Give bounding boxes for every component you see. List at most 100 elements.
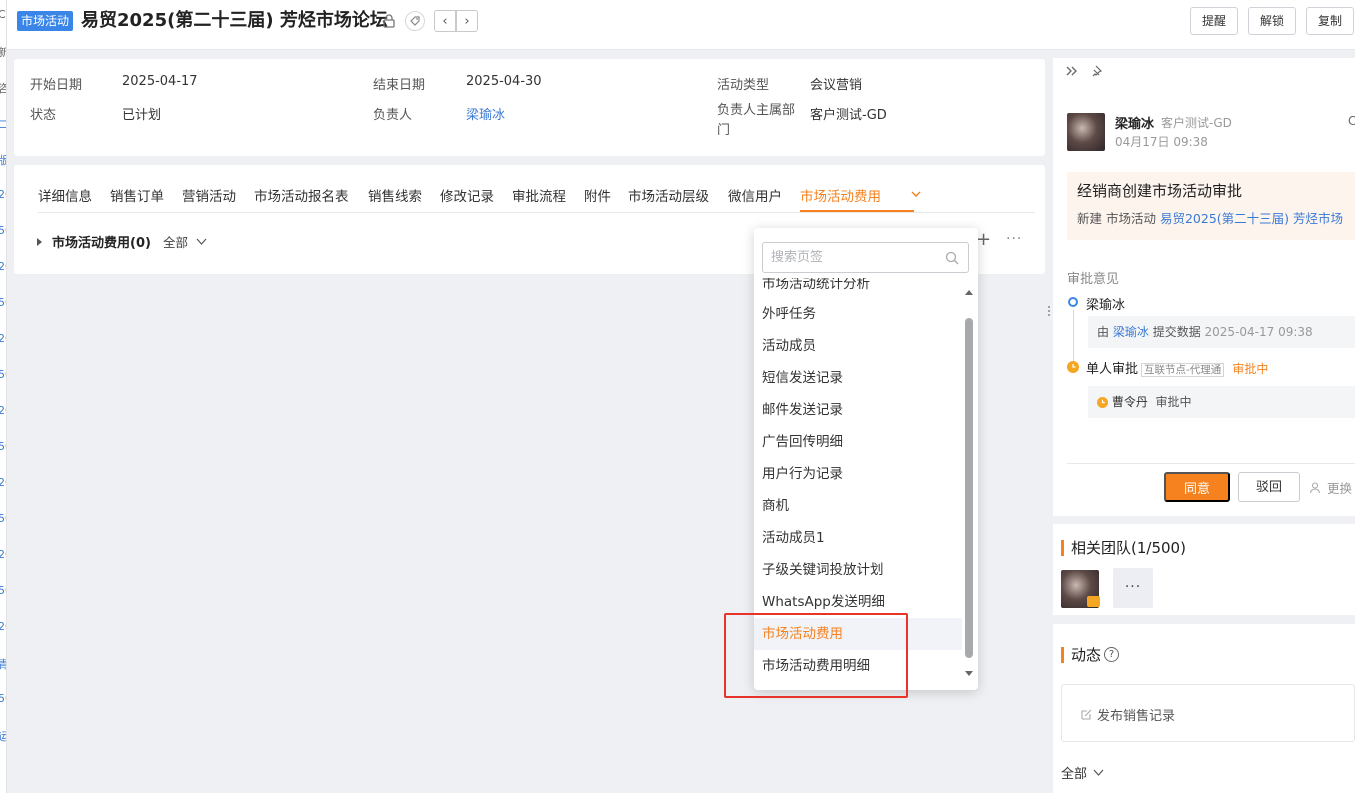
tab-wechat-users[interactable]: 微信用户: [728, 185, 782, 205]
step1-user-link[interactable]: 梁瑜冰: [1113, 325, 1149, 339]
caret-right-icon[interactable]: [36, 237, 44, 247]
owner-link[interactable]: 梁瑜冰: [466, 104, 505, 123]
submitter-name: 梁瑜冰: [1115, 117, 1155, 132]
step2-assignee-status: 审批中: [1155, 395, 1192, 409]
tab-option[interactable]: 活动成员: [754, 330, 962, 362]
status-label: 状态: [30, 108, 57, 123]
tab-search-field: [762, 242, 969, 273]
tab-option[interactable]: 邮件发送记录: [754, 394, 962, 426]
status-value: 已计划: [122, 108, 162, 123]
tab-option[interactable]: 外呼任务: [754, 298, 962, 330]
collapse-icon[interactable]: [1065, 64, 1079, 78]
change-approver-button[interactable]: 更换: [1309, 478, 1352, 497]
accent-bar: [1061, 539, 1064, 556]
section-filter[interactable]: 全部: [163, 232, 188, 251]
tab-sales-orders[interactable]: 销售订单: [110, 185, 164, 205]
tag-icon[interactable]: [405, 11, 425, 31]
tab-option-selected[interactable]: 市场活动费用: [754, 618, 962, 650]
add-icon[interactable]: +: [976, 229, 991, 250]
copy-button[interactable]: 复制: [1306, 7, 1355, 35]
user-swap-icon: [1309, 481, 1321, 493]
team-title: 相关团队(1/500): [1071, 539, 1186, 557]
search-icon: [945, 251, 959, 265]
pin-icon[interactable]: [1091, 64, 1105, 78]
dynamics-filter-label: 全部: [1061, 767, 1088, 782]
tab-option[interactable]: 用户行为记录: [754, 458, 962, 490]
tab-details[interactable]: 详细信息: [38, 185, 92, 205]
cut-off-fragment: 20: [0, 548, 6, 561]
drag-handle-icon[interactable]: [1045, 283, 1053, 343]
scrollbar-thumb[interactable]: [965, 318, 973, 658]
scroll-down-icon[interactable]: [965, 671, 973, 676]
lock-icon[interactable]: [381, 13, 397, 29]
step1-name: 梁瑜冰: [1086, 298, 1126, 313]
divider: [1067, 463, 1355, 464]
crown-icon: [1087, 596, 1100, 607]
tab-option-list: 市场活动统计分析 外呼任务 活动成员 短信发送记录 邮件发送记录 广告回传明细 …: [754, 278, 962, 682]
cut-off-fragment: 50: [0, 368, 6, 381]
cut-off-fragment: C: [0, 8, 6, 21]
end-date-value: 2025-04-30: [466, 74, 542, 89]
tab-option[interactable]: 市场活动费用明细: [754, 650, 962, 682]
tab-option[interactable]: 广告回传明细: [754, 426, 962, 458]
cut-off-fragment: 20: [0, 404, 6, 417]
step1-by: 由: [1097, 325, 1110, 339]
prev-record-button[interactable]: ‹: [434, 10, 456, 32]
tab-campaigns[interactable]: 营销活动: [182, 185, 236, 205]
tab-attachments[interactable]: 附件: [584, 185, 611, 205]
more-icon[interactable]: ···: [1006, 231, 1022, 247]
step2-header: 单人审批 互联节点-代理通 审批中: [1086, 358, 1268, 377]
related-team-panel: 相关团队(1/500) ···: [1053, 524, 1355, 615]
tab-change-log[interactable]: 修改记录: [440, 185, 494, 205]
reject-button[interactable]: 驳回: [1238, 472, 1300, 502]
page-header: 市场活动 易贸2025(第二十三届) 芳烃市场论坛 ‹ › 提醒 解锁 复制: [7, 0, 1355, 50]
tab-activity-expenses[interactable]: 市场活动费用: [800, 185, 881, 205]
edit-icon: [1081, 709, 1092, 720]
step2-detail: 曹令丹 审批中: [1088, 386, 1355, 418]
dropdown-scrollbar[interactable]: [962, 288, 976, 678]
remind-button[interactable]: 提醒: [1190, 7, 1239, 35]
tab-hierarchy[interactable]: 市场活动层级: [628, 185, 709, 205]
next-record-button[interactable]: ›: [456, 10, 478, 32]
cut-off-fragment: 50: [0, 224, 6, 237]
scroll-up-icon[interactable]: [965, 290, 973, 295]
tab-approval-flow[interactable]: 审批流程: [512, 185, 566, 205]
clock-icon: [1097, 397, 1108, 408]
cut-off-fragment: 50: [0, 440, 6, 453]
cut-off-fragment: 新: [0, 44, 6, 60]
post-text: 发布销售记录: [1097, 709, 1176, 724]
change-approver-label: 更换: [1327, 481, 1353, 496]
approval-subtitle: 新建 市场活动 易贸2025(第二十三届) 芳烃市场: [1077, 208, 1343, 227]
step2-name: 单人审批: [1086, 362, 1139, 377]
tab-option[interactable]: 市场活动统计分析: [754, 278, 962, 300]
tab-option[interactable]: 子级关键词投放计划: [754, 554, 962, 586]
agree-button[interactable]: 同意: [1164, 472, 1230, 502]
clock-icon: [1067, 361, 1079, 373]
summary-card: 开始日期 2025-04-17 结束日期 2025-04-30 活动类型 会议营…: [14, 59, 1045, 156]
cut-off-text: C: [1348, 114, 1355, 128]
tab-option[interactable]: 活动成员1: [754, 522, 962, 554]
chevron-down-icon[interactable]: [910, 188, 922, 200]
step2-assignee: 曹令丹: [1111, 395, 1148, 409]
tab-option[interactable]: WhatsApp发送明细: [754, 586, 962, 618]
section-header[interactable]: 市场活动费用(0) 全部: [36, 232, 207, 251]
unlock-button[interactable]: 解锁: [1248, 7, 1297, 35]
approval-object-link[interactable]: 易贸2025(第二十三届) 芳烃市场: [1160, 211, 1343, 226]
chevron-down-icon[interactable]: [196, 238, 207, 246]
tab-search-input[interactable]: [763, 243, 933, 272]
tab-registration[interactable]: 市场活动报名表: [254, 185, 349, 205]
tab-option[interactable]: 商机: [754, 490, 962, 522]
approval-title: 经销商创建市场活动审批: [1077, 182, 1243, 200]
tab-leads[interactable]: 销售线索: [368, 185, 422, 205]
chevron-down-icon: [1093, 769, 1104, 776]
page-title: 易贸2025(第二十三届) 芳烃市场论坛: [81, 10, 388, 31]
team-more-button[interactable]: ···: [1113, 568, 1153, 608]
step2-tag: 互联节点-代理通: [1141, 363, 1225, 377]
post-sales-record[interactable]: 发布销售记录: [1061, 684, 1355, 742]
tab-option[interactable]: 短信发送记录: [754, 362, 962, 394]
owner-dept-label: 负责人主属部门: [717, 103, 796, 138]
cut-off-fragment: 50: [0, 692, 6, 705]
help-icon[interactable]: ?: [1104, 647, 1120, 662]
dynamics-filter[interactable]: 全部: [1061, 763, 1104, 782]
activity-type-value: 会议营销: [810, 78, 863, 93]
